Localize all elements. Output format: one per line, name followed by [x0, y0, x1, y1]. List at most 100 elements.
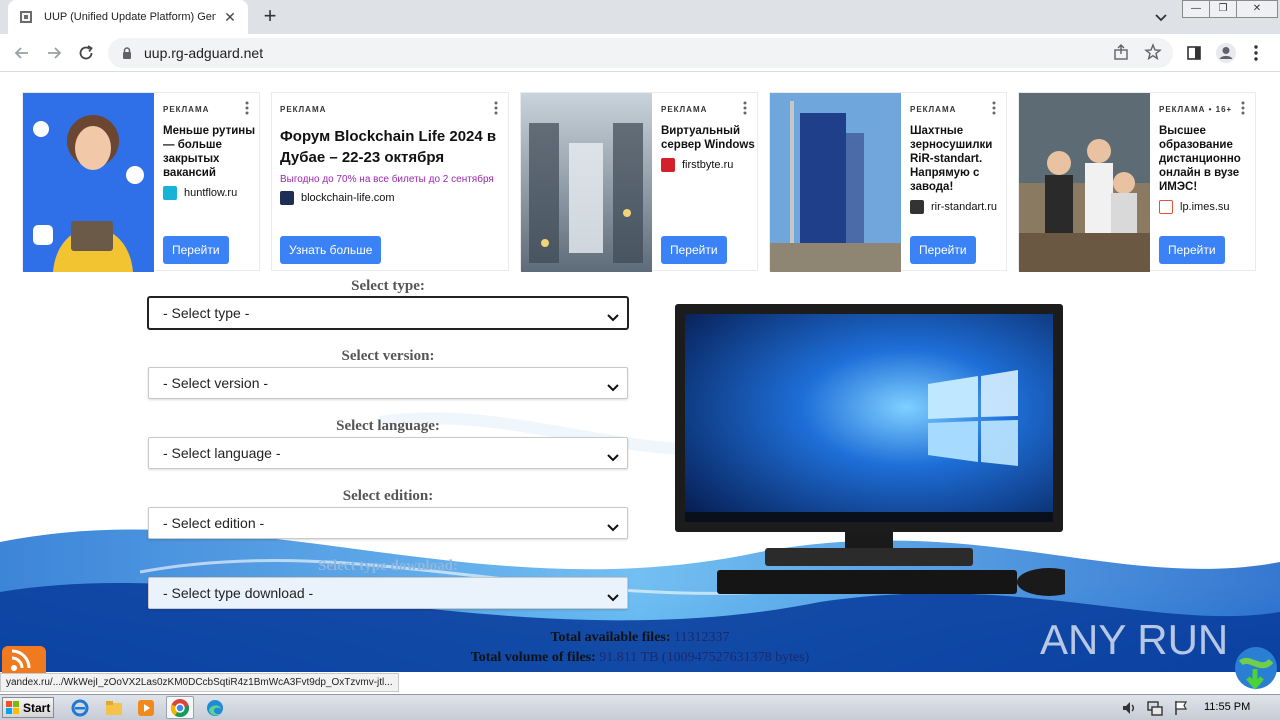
firstbyte-logo-icon: [661, 158, 675, 172]
total-volume-label: Total volume of files:: [470, 650, 596, 665]
bookmark-star-icon[interactable]: [1144, 43, 1164, 63]
ad-card-firstbyte[interactable]: РЕКЛАМА Виртуальный сервер Windows first…: [520, 92, 758, 272]
side-panel-icon[interactable]: [1182, 41, 1206, 65]
ad-title[interactable]: Высшее образование дистанционно онлайн в…: [1159, 124, 1255, 194]
ad-domain[interactable]: lp.imes.su: [1180, 201, 1230, 213]
chevron-down-icon[interactable]: [1150, 6, 1172, 28]
tab-title: UUP (Unified Update Platform) Gene: [44, 11, 216, 23]
ad-domain[interactable]: blockchain-life.com: [301, 192, 395, 204]
minimize-window-icon[interactable]: —: [1182, 0, 1210, 18]
select-download-label: Select type download:: [318, 558, 458, 574]
huntflow-logo-icon: [163, 186, 177, 200]
ad-learn-more-button[interactable]: Узнать больше: [280, 236, 382, 264]
chevron-down-icon: [607, 379, 619, 392]
start-button[interactable]: Start: [2, 697, 54, 718]
ad-card-huntflow[interactable]: РЕКЛАМА Меньше рутины — больше закрытых …: [22, 92, 260, 272]
ad-title[interactable]: Шахтные зерносушилки RiR-standart. Напря…: [910, 124, 1006, 194]
select-download-dropdown[interactable]: - Select type download -: [148, 577, 628, 609]
select-language-label: Select language:: [336, 418, 440, 434]
start-label: Start: [23, 700, 51, 715]
action-center-flag-icon[interactable]: [1172, 699, 1190, 717]
close-window-icon[interactable]: ✕: [1236, 0, 1278, 18]
ad-domain[interactable]: firstbyte.ru: [682, 159, 733, 171]
ad-card-rir-standart[interactable]: РЕКЛАМА Шахтные зерносушилки RiR-standar…: [769, 92, 1007, 272]
total-files-line: Total available files: 11312337: [360, 630, 920, 646]
edge-icon[interactable]: [205, 698, 225, 718]
ad-label: РЕКЛАМА: [163, 105, 210, 114]
select-language-dropdown[interactable]: - Select language -: [148, 437, 628, 469]
address-bar[interactable]: uup.rg-adguard.net: [108, 38, 1173, 68]
ad-strip: РЕКЛАМА Меньше рутины — больше закрытых …: [22, 92, 1258, 272]
ad-label: РЕКЛАМА • 16+: [1159, 105, 1233, 114]
tab-strip: UUP (Unified Update Platform) Gene ✕ + —…: [0, 0, 1280, 34]
rir-logo-icon: [910, 200, 924, 214]
network-icon[interactable]: [1146, 699, 1164, 717]
select-version-dropdown[interactable]: - Select version -: [148, 367, 628, 399]
close-tab-icon[interactable]: ✕: [222, 9, 238, 25]
select-edition-label: Select edition:: [342, 488, 434, 504]
select-type-value: - Select type -: [163, 305, 250, 321]
volume-icon[interactable]: [1120, 699, 1138, 717]
lock-icon[interactable]: [120, 46, 134, 60]
taskbar-clock: 11:55 PM: [1204, 701, 1251, 713]
imes-logo-icon: [1159, 200, 1173, 214]
media-player-icon[interactable]: [136, 698, 156, 718]
chevron-down-icon: [607, 589, 619, 602]
select-edition-value: - Select edition -: [163, 515, 265, 531]
ad-title[interactable]: Форум Blockchain Life 2024 в Дубае – 22-…: [280, 126, 502, 168]
file-explorer-icon[interactable]: [104, 698, 124, 718]
chrome-icon[interactable]: [170, 698, 190, 718]
ad-title[interactable]: Меньше рутины — больше закрытых вакансий: [163, 124, 259, 180]
ad-label: РЕКЛАМА: [910, 105, 957, 114]
ad-go-button[interactable]: Перейти: [661, 236, 727, 264]
ad-title[interactable]: Виртуальный сервер Windows: [661, 124, 757, 152]
ad-domain[interactable]: huntflow.ru: [184, 187, 237, 199]
back-arrow-icon[interactable]: [10, 41, 34, 65]
page-favicon-icon: [18, 9, 34, 25]
system-tray: [1120, 696, 1278, 719]
total-volume-line: Total volume of files: 91.811 TB (100947…: [360, 650, 920, 666]
ad-card-blockchain-life[interactable]: РЕКЛАМА Форум Blockchain Life 2024 в Дуб…: [271, 92, 509, 271]
ad-image: [1019, 93, 1150, 272]
blockchain-life-logo-icon: [280, 191, 294, 205]
ad-go-button[interactable]: Перейти: [1159, 236, 1225, 264]
select-type-dropdown[interactable]: - Select type -: [148, 297, 628, 329]
reload-icon[interactable]: [74, 41, 98, 65]
new-tab-icon[interactable]: +: [258, 5, 282, 29]
ad-image: [23, 93, 154, 272]
select-edition-dropdown[interactable]: - Select edition -: [148, 507, 628, 539]
restore-window-icon[interactable]: ❐: [1209, 0, 1237, 18]
select-version-value: - Select version -: [163, 375, 269, 391]
menu-kebab-icon[interactable]: [1244, 41, 1268, 65]
watermark-text: ANY RUN: [1040, 616, 1228, 663]
chevron-down-icon: [607, 519, 619, 532]
profile-avatar-icon[interactable]: [1214, 41, 1238, 65]
globe-download-icon: [1233, 645, 1279, 691]
ad-domain[interactable]: rir-standart.ru: [931, 201, 997, 213]
windows-pc-illustration: [675, 304, 1065, 596]
internet-explorer-icon[interactable]: [70, 698, 90, 718]
url-text: uup.rg-adguard.net: [144, 45, 264, 61]
link-status-bar: yandex.ru/.../WkWejI_zOoVX2Las0zKM0DCcbS…: [0, 673, 399, 692]
chevron-down-icon: [607, 449, 619, 462]
select-version-label: Select version:: [341, 348, 435, 364]
rss-icon[interactable]: [2, 646, 46, 674]
browser-toolbar: uup.rg-adguard.net: [0, 34, 1280, 72]
select-language-value: - Select language -: [163, 445, 281, 461]
ad-image: [521, 93, 652, 272]
ad-go-button[interactable]: Перейти: [910, 236, 976, 264]
ad-go-button[interactable]: Перейти: [163, 236, 229, 264]
ad-label: РЕКЛАМА: [280, 105, 327, 114]
page-content: РЕКЛАМА Меньше рутины — больше закрытых …: [0, 72, 1280, 672]
total-files-label: Total available files:: [550, 630, 671, 645]
ad-card-imes[interactable]: РЕКЛАМА • 16+ Высшее образование дистанц…: [1018, 92, 1256, 272]
windows-logo-icon: [6, 700, 20, 715]
share-icon[interactable]: [1112, 43, 1132, 63]
forward-arrow-icon[interactable]: [42, 41, 66, 65]
total-files-value: 11312337: [674, 630, 730, 645]
browser-tab[interactable]: UUP (Unified Update Platform) Gene ✕: [8, 0, 248, 34]
select-download-value: - Select type download -: [163, 585, 314, 601]
chevron-down-icon: [607, 309, 619, 322]
ad-promo-text: Выгодно до 70% на все билеты до 2 сентяб…: [280, 174, 494, 185]
ad-label: РЕКЛАМА: [661, 105, 708, 114]
